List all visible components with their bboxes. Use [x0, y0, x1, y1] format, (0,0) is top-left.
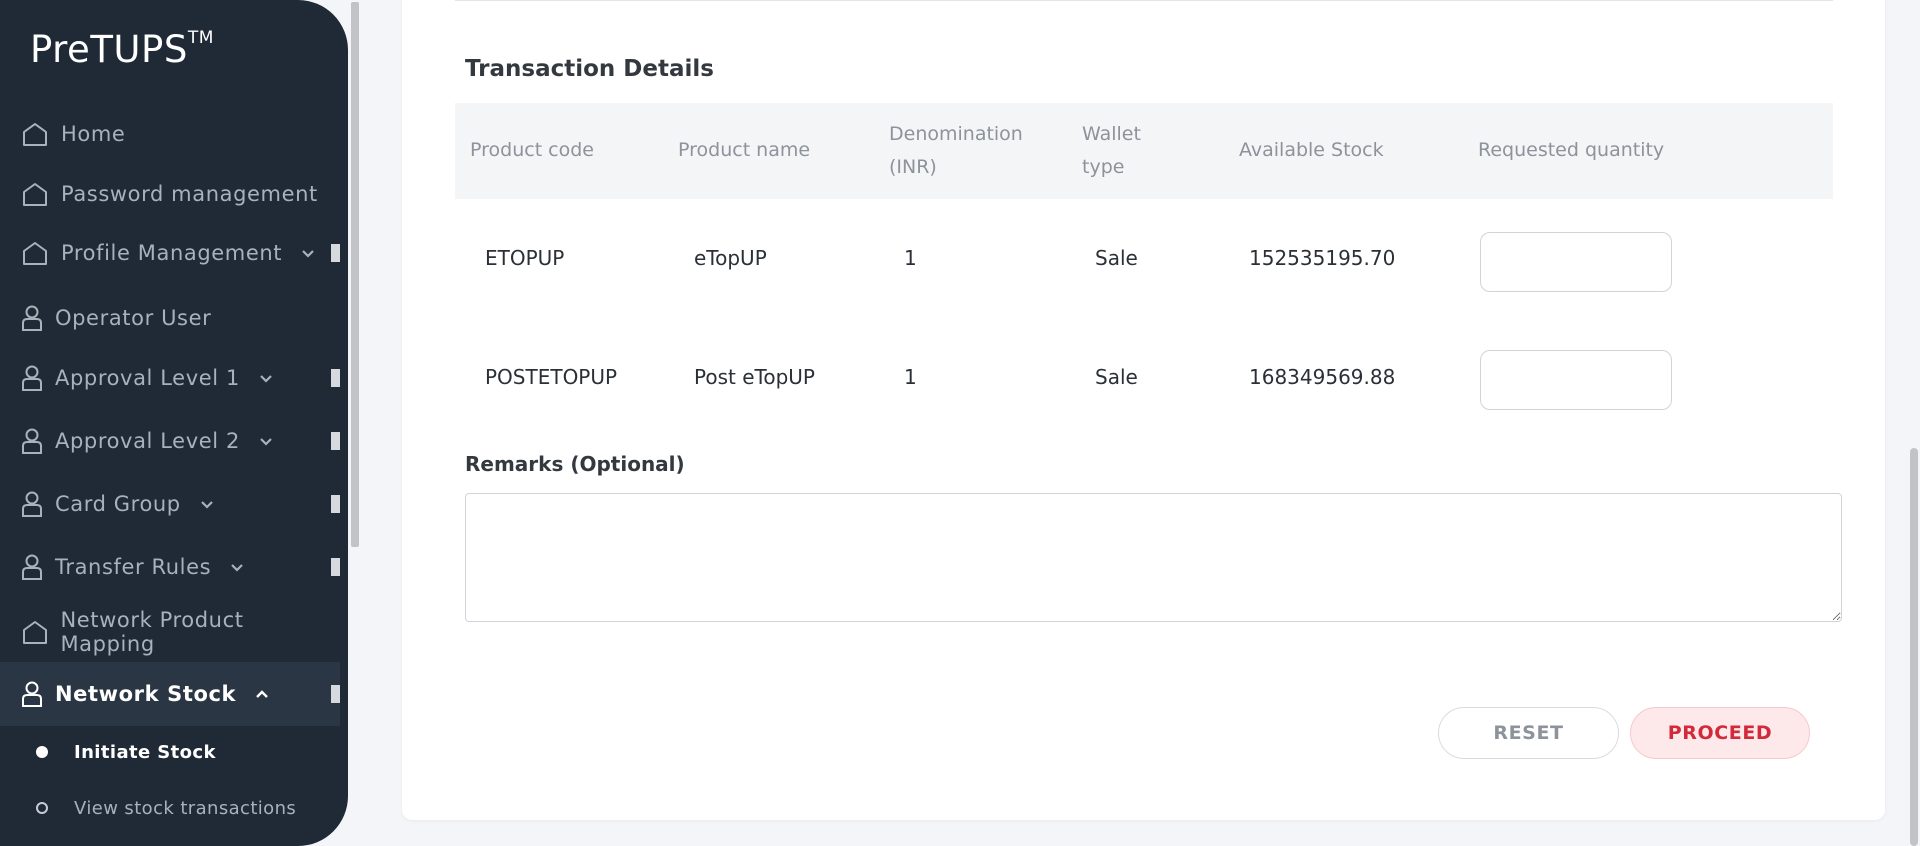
sidebar-item-label: Operator User	[55, 306, 212, 330]
cell-denomination: 1	[904, 246, 917, 270]
column-header-available-stock: Available Stock	[1239, 139, 1384, 161]
sidebar-item-label: Home	[61, 122, 126, 146]
chevron-down-icon	[229, 558, 247, 576]
sidebar-item-network-stock[interactable]: Network Stock	[0, 662, 340, 726]
cell-product-name: Post eTopUP	[694, 365, 815, 389]
page-scrollbar-thumb[interactable]	[1910, 448, 1918, 846]
sidebar-item-label: Card Group	[55, 492, 181, 516]
cell-product-code: ETOPUP	[485, 246, 565, 270]
collapse-marker	[331, 495, 340, 513]
divider	[455, 0, 1833, 1]
chevron-down-icon	[258, 432, 276, 450]
collapse-marker	[331, 369, 340, 387]
requested-quantity-input[interactable]	[1480, 350, 1672, 410]
sidebar-item-label: Network Stock	[55, 682, 237, 706]
sub-item-view-stock-transactions[interactable]: View stock transactions	[0, 786, 340, 830]
cell-product-name: eTopUP	[694, 246, 767, 270]
sidebar-scrollbar-thumb[interactable]	[351, 2, 359, 547]
collapse-marker	[331, 685, 340, 703]
home-icon	[20, 617, 49, 647]
sub-item-initiate-stock[interactable]: Initiate Stock	[0, 730, 340, 774]
sidebar-item-label: Password management	[61, 182, 318, 206]
sidebar-item-operator-user[interactable]: Operator User	[0, 290, 340, 346]
user-icon	[20, 426, 44, 456]
user-icon	[20, 552, 44, 582]
column-header-wallet-type: type	[1082, 156, 1125, 178]
sidebar-item-label: Approval Level 2	[55, 429, 240, 453]
chevron-up-icon	[254, 685, 272, 703]
collapse-marker	[331, 558, 340, 576]
remarks-textarea[interactable]	[465, 493, 1842, 622]
user-icon	[20, 679, 44, 709]
app-logo: PreTUPSTM	[30, 27, 214, 71]
sidebar-item-profile-management[interactable]: Profile Management	[0, 225, 340, 281]
sidebar-item-transfer-rules[interactable]: Transfer Rules	[0, 539, 340, 595]
sidebar-item-password-management[interactable]: Password management	[0, 166, 340, 222]
column-header-denomination: Denomination	[889, 123, 1023, 145]
sidebar: PreTUPSTM Home Password management Profi…	[0, 0, 348, 846]
cell-wallet-type: Sale	[1095, 246, 1138, 270]
home-icon	[20, 238, 50, 268]
section-title: Transaction Details	[465, 56, 714, 82]
remarks-label: Remarks (Optional)	[465, 452, 685, 476]
user-icon	[20, 363, 44, 393]
sidebar-item-label: Network Product Mapping	[60, 608, 244, 656]
collapse-marker	[331, 244, 340, 262]
sidebar-item-label: Approval Level 1	[55, 366, 240, 390]
home-icon	[20, 119, 50, 149]
column-header-wallet: Wallet	[1082, 123, 1141, 145]
column-header-requested-quantity: Requested quantity	[1478, 139, 1665, 161]
sidebar-item-network-product-mapping[interactable]: Network Product Mapping	[0, 604, 340, 660]
column-header-product-name: Product name	[678, 139, 811, 161]
requested-quantity-input[interactable]	[1480, 232, 1672, 292]
chevron-down-icon	[199, 495, 217, 513]
sidebar-item-label: Profile Management	[61, 241, 283, 265]
cell-product-code: POSTETOPUP	[485, 365, 618, 389]
user-icon	[20, 303, 44, 333]
sidebar-item-card-group[interactable]: Card Group	[0, 476, 340, 532]
chevron-down-icon	[300, 244, 318, 262]
reset-button[interactable]: RESET	[1438, 707, 1619, 759]
bullet-hollow-icon	[36, 802, 48, 814]
sidebar-item-approval-level-1[interactable]: Approval Level 1	[0, 350, 340, 406]
home-icon	[20, 179, 50, 209]
sidebar-item-label: Transfer Rules	[55, 555, 212, 579]
bullet-filled-icon	[36, 746, 48, 758]
sub-item-label: Initiate Stock	[74, 741, 216, 763]
cell-denomination: 1	[904, 365, 917, 389]
cell-available-stock: 168349569.88	[1249, 365, 1396, 389]
sidebar-item-home[interactable]: Home	[0, 106, 340, 162]
user-icon	[20, 489, 44, 519]
column-header-product-code: Product code	[470, 139, 595, 161]
column-header-denomination-unit: (INR)	[889, 156, 937, 178]
chevron-down-icon	[258, 369, 276, 387]
proceed-button[interactable]: PROCEED	[1630, 707, 1810, 759]
sidebar-item-approval-level-2[interactable]: Approval Level 2	[0, 413, 340, 469]
collapse-marker	[331, 432, 340, 450]
cell-available-stock: 152535195.70	[1249, 246, 1396, 270]
cell-wallet-type: Sale	[1095, 365, 1138, 389]
sub-item-label: View stock transactions	[74, 797, 297, 819]
